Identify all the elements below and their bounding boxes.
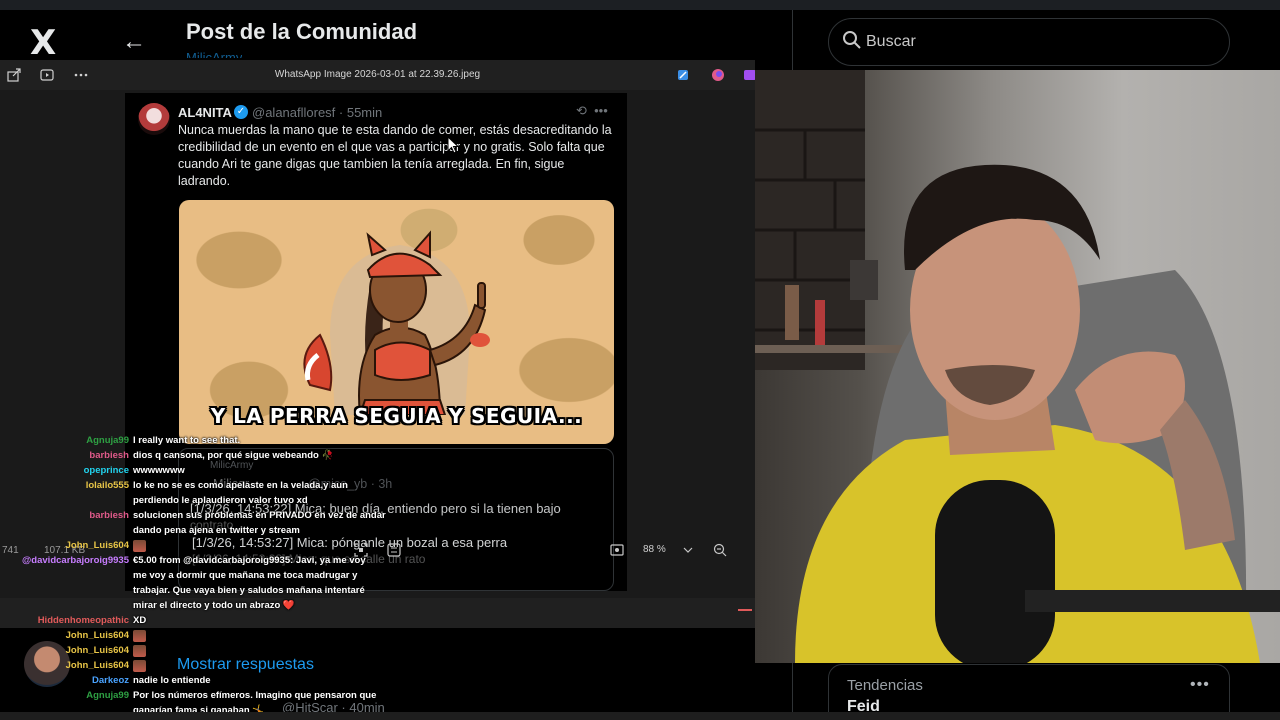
chat-username[interactable]: opeprince: [84, 463, 129, 478]
browser-tab-strip: [0, 0, 1280, 10]
chat-message-text: mirar el directo y todo un abrazo ❤️: [133, 600, 295, 611]
meme-caption: Y LA PERRA SEGUIA Y SEGUIA...: [210, 404, 583, 428]
verified-icon: ✓: [234, 105, 248, 119]
chevron-down-icon[interactable]: [681, 543, 695, 557]
tweet-author-name: AL4NITA: [178, 105, 232, 120]
chat-message-text: solucionen sus problemas en PRIVADO en v…: [133, 510, 386, 521]
chat-emote-icon: [133, 540, 146, 552]
chat-message-text: nadie lo entiende: [133, 675, 211, 686]
chat-message-text: dando pena ajena en twitter y stream: [133, 525, 300, 536]
adjust-icon[interactable]: [387, 543, 401, 557]
chat-username[interactable]: John_Luis604: [66, 628, 129, 643]
grok-icon: ⟲ •••: [576, 103, 608, 118]
trends-title: Tendencias: [847, 677, 923, 694]
chat-message-text: €5.00 from @davidcarbajoroig9935: Javi, …: [133, 555, 366, 566]
mouse-cursor-icon: [447, 136, 459, 154]
chat-message: perdiendo le aplaudieron valor tuvo xd: [0, 493, 380, 508]
chat-emote-icon: [133, 660, 146, 672]
edit-icon[interactable]: [675, 67, 691, 83]
chat-username[interactable]: lolailo555: [86, 478, 129, 493]
meme-character-illustration: [303, 230, 490, 415]
chat-message: barbiesh dios q cansona, por qué sigue we…: [0, 448, 380, 463]
taskbar: [0, 712, 1280, 720]
chat-message: dando pena ajena en twitter y stream: [0, 523, 380, 538]
chat-message: Agnuja99 I really want to see that.: [0, 433, 380, 448]
chat-message: trabajar. Que vaya bien y saludos mañana…: [0, 583, 380, 598]
chat-message-text: me voy a dormir que mañana me toca madru…: [133, 570, 358, 581]
chat-message-text: XD: [133, 615, 147, 626]
chat-message: John_Luis604: [0, 643, 380, 658]
chat-message-text: trabajar. Que vaya bien y saludos mañana…: [133, 585, 365, 596]
zoom-slider[interactable]: [738, 609, 752, 611]
chat-message: Darkeoz nadie lo entiende: [0, 673, 380, 688]
chat-message-text: wwwwwww: [133, 465, 185, 476]
chat-message-text: I really want to see that.: [133, 435, 241, 446]
webcam-feed: [755, 70, 1280, 663]
chat-username[interactable]: barbiesh: [89, 508, 129, 523]
x-logo[interactable]: X: [30, 26, 56, 60]
chat-username[interactable]: Darkeoz: [92, 673, 129, 688]
chat-message-text: perdiendo le aplaudieron valor tuvo xd: [133, 495, 308, 506]
tweet-text: Nunca muerdas la mano que te esta dando …: [178, 123, 612, 188]
copilot-icon[interactable]: [710, 67, 726, 83]
stream-chat-overlay: Agnuja99 I really want to see that. barbie…: [0, 433, 386, 720]
chat-username[interactable]: @davidcarbajoroig9935: [22, 553, 129, 568]
tweet-handle: @alanaflloresf · 55min: [252, 105, 383, 120]
chat-message: John_Luis604: [0, 538, 380, 553]
streamer-webcam-illustration: [755, 70, 1280, 663]
chat-username[interactable]: John_Luis604: [66, 643, 129, 658]
back-arrow-icon[interactable]: ←: [120, 28, 148, 56]
chat-message: barbiesh solucionen sus problemas en PRIV…: [0, 508, 386, 523]
tweet-avatar: [138, 103, 170, 135]
search-icon: [843, 31, 861, 49]
zoom-out-icon[interactable]: [713, 543, 727, 557]
chat-message: mirar el directo y todo un abrazo ❤️: [0, 598, 380, 613]
chat-username[interactable]: barbiesh: [89, 448, 129, 463]
chat-message-text: lo ke no se es como apelaste en la velad…: [133, 480, 348, 491]
more-icon[interactable]: •••: [1190, 676, 1210, 694]
chat-username[interactable]: John_Luis604: [66, 658, 129, 673]
viewer-filename: WhatsApp Image 2026-03-01 at 22.39.26.jp…: [274, 69, 481, 80]
fit-icon[interactable]: [610, 543, 624, 557]
search-placeholder[interactable]: Buscar: [866, 33, 916, 51]
community-name[interactable]: MilicArmy: [186, 50, 242, 58]
chat-username[interactable]: John_Luis604: [66, 538, 129, 553]
chat-username[interactable]: Agnuja99: [86, 688, 129, 703]
chat-message: John_Luis604: [0, 658, 380, 673]
chat-message: me voy a dormir que mañana me toca madru…: [0, 568, 380, 583]
chat-message: opeprince wwwwwww: [0, 463, 380, 478]
chat-emote-icon: [133, 630, 146, 642]
chat-emote-icon: [133, 645, 146, 657]
chat-username[interactable]: Agnuja99: [86, 433, 129, 448]
viewer-toolbar: WhatsApp Image 2026-03-01 at 22.39.26.jp…: [0, 60, 756, 90]
chat-message: Agnuja99 Por los números efímeros. Imagin…: [0, 688, 380, 703]
chat-message: @davidcarbajoroig9935 €5.00 from @davidca…: [0, 553, 380, 568]
chat-message: John_Luis604: [0, 628, 380, 643]
zoom-level[interactable]: 88 %: [643, 544, 666, 555]
chat-message: lolailo555 lo ke no se es como apelaste e…: [0, 478, 380, 493]
chat-message-text: Por los números efímeros. Imagino que pe…: [133, 690, 377, 701]
chat-message-text: dios q cansona, por qué sigue webeando 🥀: [133, 450, 334, 461]
page-title: Post de la Comunidad: [186, 19, 418, 44]
chat-message: Hiddenhomeopathic XD: [0, 613, 380, 628]
chat-username[interactable]: Hiddenhomeopathic: [38, 613, 129, 628]
